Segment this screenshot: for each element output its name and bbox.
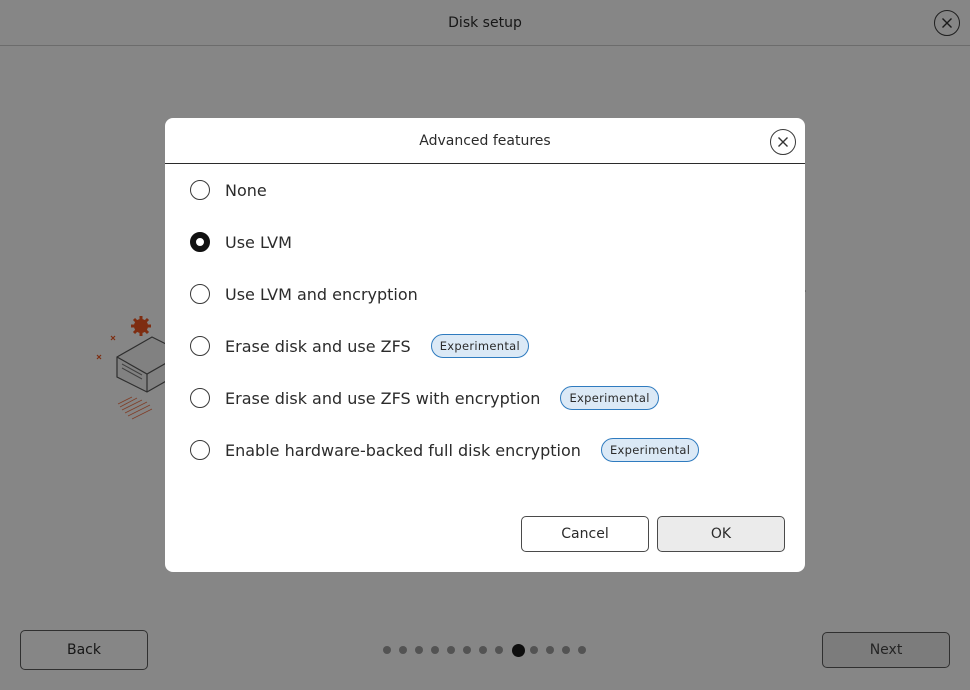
cancel-button[interactable]: Cancel bbox=[521, 516, 649, 552]
dialog-title: Advanced features bbox=[419, 132, 551, 149]
radio-button-checked[interactable] bbox=[190, 232, 210, 252]
radio-button[interactable] bbox=[190, 180, 210, 200]
close-icon bbox=[778, 137, 788, 147]
radio-button[interactable] bbox=[190, 284, 210, 304]
dialog-close-button[interactable] bbox=[770, 129, 796, 155]
experimental-badge: Experimental bbox=[600, 438, 700, 462]
dialog-header: Advanced features bbox=[165, 118, 805, 164]
ok-button[interactable]: OK bbox=[657, 516, 785, 552]
radio-option-label[interactable]: None bbox=[225, 181, 267, 200]
radio-option-label[interactable]: Enable hardware-backed full disk encrypt… bbox=[225, 441, 581, 460]
radio-option[interactable]: Use LVM bbox=[190, 228, 292, 256]
radio-option[interactable]: Erase disk and use ZFS Experimental bbox=[190, 332, 529, 360]
radio-option-label[interactable]: Use LVM bbox=[225, 233, 292, 252]
radio-button[interactable] bbox=[190, 388, 210, 408]
radio-option[interactable]: Enable hardware-backed full disk encrypt… bbox=[190, 436, 700, 464]
radio-button[interactable] bbox=[190, 336, 210, 356]
radio-option[interactable]: Use LVM and encryption bbox=[190, 280, 418, 308]
advanced-features-dialog: Advanced features None Use LVM Use LVM and… bbox=[165, 118, 805, 572]
radio-option[interactable]: None bbox=[190, 176, 267, 204]
radio-option-label[interactable]: Use LVM and encryption bbox=[225, 285, 418, 304]
experimental-badge: Experimental bbox=[560, 386, 659, 410]
radio-button[interactable] bbox=[190, 440, 210, 460]
radio-option-label[interactable]: Erase disk and use ZFS bbox=[225, 337, 411, 356]
experimental-badge: Experimental bbox=[430, 334, 529, 358]
radio-option[interactable]: Erase disk and use ZFS with encryption Ex… bbox=[190, 384, 659, 412]
radio-option-label[interactable]: Erase disk and use ZFS with encryption bbox=[225, 389, 540, 408]
